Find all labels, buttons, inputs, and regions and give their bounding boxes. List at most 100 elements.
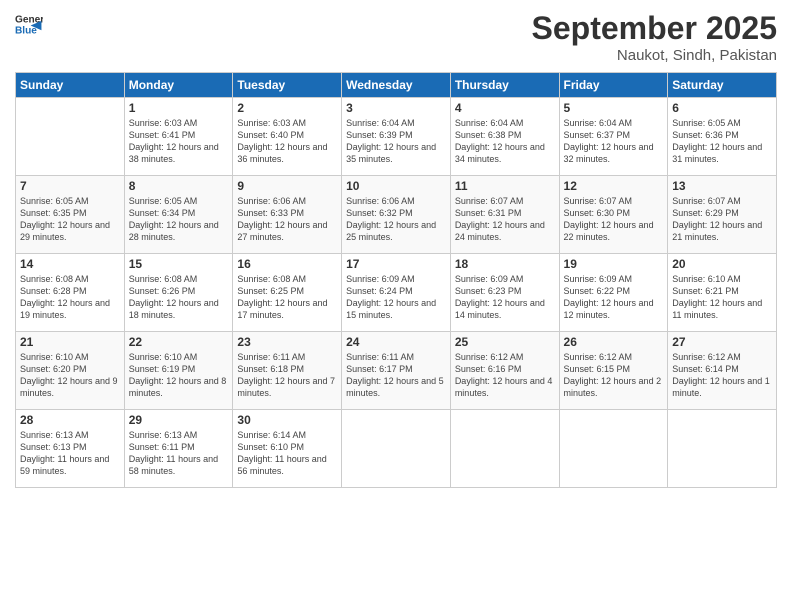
calendar-cell: 3 Sunrise: 6:04 AMSunset: 6:39 PMDaylight…: [342, 98, 451, 176]
calendar-cell: 9 Sunrise: 6:06 AMSunset: 6:33 PMDaylight…: [233, 176, 342, 254]
calendar-week-3: 21 Sunrise: 6:10 AMSunset: 6:20 PMDayligh…: [16, 332, 777, 410]
calendar-cell: 4 Sunrise: 6:04 AMSunset: 6:38 PMDaylight…: [450, 98, 559, 176]
day-number: 27: [672, 335, 772, 349]
calendar-cell: 10 Sunrise: 6:06 AMSunset: 6:32 PMDayligh…: [342, 176, 451, 254]
page-container: General Blue September 2025 Naukot, Sind…: [0, 0, 792, 498]
cell-content: Sunrise: 6:09 AMSunset: 6:22 PMDaylight:…: [564, 273, 664, 322]
calendar-header-row: Sunday Monday Tuesday Wednesday Thursday…: [16, 73, 777, 98]
calendar-cell: 17Sunrise: 6:09 AMSunset: 6:24 PMDayligh…: [342, 254, 451, 332]
day-number: 1: [129, 101, 229, 115]
day-number: 23: [237, 335, 337, 349]
header-tuesday: Tuesday: [233, 73, 342, 98]
calendar-cell: 8 Sunrise: 6:05 AMSunset: 6:34 PMDaylight…: [124, 176, 233, 254]
day-number: 29: [129, 413, 229, 427]
calendar-week-0: 1 Sunrise: 6:03 AMSunset: 6:41 PMDaylight…: [16, 98, 777, 176]
cell-content: Sunrise: 6:03 AMSunset: 6:40 PMDaylight:…: [237, 117, 337, 166]
header: General Blue September 2025 Naukot, Sind…: [15, 10, 777, 64]
header-wednesday: Wednesday: [342, 73, 451, 98]
calendar-cell: 24Sunrise: 6:11 AMSunset: 6:17 PMDayligh…: [342, 332, 451, 410]
calendar-cell: 15 Sunrise: 6:08 AMSunset: 6:26 PMDayligh…: [124, 254, 233, 332]
day-number: 3: [346, 101, 446, 115]
calendar-cell: 2Sunrise: 6:03 AMSunset: 6:40 PMDaylight…: [233, 98, 342, 176]
cell-content: Sunrise: 6:03 AMSunset: 6:41 PMDaylight:…: [129, 117, 229, 166]
day-number: 10: [346, 179, 446, 193]
calendar-cell: 30Sunrise: 6:14 AMSunset: 6:10 PMDayligh…: [233, 410, 342, 488]
header-saturday: Saturday: [668, 73, 777, 98]
day-number: 16: [237, 257, 337, 271]
calendar-cell: 12Sunrise: 6:07 AMSunset: 6:30 PMDayligh…: [559, 176, 668, 254]
cell-content: Sunrise: 6:12 AMSunset: 6:16 PMDaylight:…: [455, 351, 555, 400]
calendar-cell: 20 Sunrise: 6:10 AMSunset: 6:21 PMDayligh…: [668, 254, 777, 332]
title-block: September 2025 Naukot, Sindh, Pakistan: [532, 10, 777, 64]
day-number: 24: [346, 335, 446, 349]
day-number: 28: [20, 413, 120, 427]
logo-icon: General Blue: [15, 10, 43, 38]
logo: General Blue: [15, 10, 43, 38]
day-number: 18: [455, 257, 555, 271]
day-number: 13: [672, 179, 772, 193]
header-sunday: Sunday: [16, 73, 125, 98]
calendar-cell: 29 Sunrise: 6:13 AMSunset: 6:11 PMDayligh…: [124, 410, 233, 488]
day-number: 6: [672, 101, 772, 115]
calendar-cell: 23 Sunrise: 6:11 AMSunset: 6:18 PMDayligh…: [233, 332, 342, 410]
cell-content: Sunrise: 6:10 AMSunset: 6:19 PMDaylight:…: [129, 351, 229, 400]
calendar-cell: [559, 410, 668, 488]
cell-content: Sunrise: 6:05 AMSunset: 6:35 PMDaylight:…: [20, 195, 120, 244]
calendar-cell: 1 Sunrise: 6:03 AMSunset: 6:41 PMDaylight…: [124, 98, 233, 176]
day-number: 15: [129, 257, 229, 271]
day-number: 21: [20, 335, 120, 349]
calendar-cell: 28 Sunrise: 6:13 AMSunset: 6:13 PMDayligh…: [16, 410, 125, 488]
calendar-cell: 13 Sunrise: 6:07 AMSunset: 6:29 PMDayligh…: [668, 176, 777, 254]
cell-content: Sunrise: 6:11 AMSunset: 6:18 PMDaylight:…: [237, 351, 337, 400]
day-number: 7: [20, 179, 120, 193]
calendar-cell: 11Sunrise: 6:07 AMSunset: 6:31 PMDayligh…: [450, 176, 559, 254]
header-monday: Monday: [124, 73, 233, 98]
cell-content: Sunrise: 6:13 AMSunset: 6:11 PMDaylight:…: [129, 429, 229, 478]
day-number: 26: [564, 335, 664, 349]
calendar-week-2: 14 Sunrise: 6:08 AMSunset: 6:28 PMDayligh…: [16, 254, 777, 332]
day-number: 25: [455, 335, 555, 349]
cell-content: Sunrise: 6:06 AMSunset: 6:33 PMDaylight:…: [237, 195, 337, 244]
cell-content: Sunrise: 6:06 AMSunset: 6:32 PMDaylight:…: [346, 195, 446, 244]
calendar-week-4: 28 Sunrise: 6:13 AMSunset: 6:13 PMDayligh…: [16, 410, 777, 488]
location: Naukot, Sindh, Pakistan: [532, 47, 777, 64]
calendar-cell: [668, 410, 777, 488]
month-title: September 2025: [532, 10, 777, 47]
calendar-cell: 6 Sunrise: 6:05 AMSunset: 6:36 PMDaylight…: [668, 98, 777, 176]
day-number: 5: [564, 101, 664, 115]
cell-content: Sunrise: 6:10 AMSunset: 6:21 PMDaylight:…: [672, 273, 772, 322]
day-number: 4: [455, 101, 555, 115]
calendar-cell: [16, 98, 125, 176]
calendar-cell: 26 Sunrise: 6:12 AMSunset: 6:15 PMDayligh…: [559, 332, 668, 410]
cell-content: Sunrise: 6:08 AMSunset: 6:25 PMDaylight:…: [237, 273, 337, 322]
calendar-cell: 5 Sunrise: 6:04 AMSunset: 6:37 PMDaylight…: [559, 98, 668, 176]
calendar-table: Sunday Monday Tuesday Wednesday Thursday…: [15, 72, 777, 488]
calendar-cell: 19 Sunrise: 6:09 AMSunset: 6:22 PMDayligh…: [559, 254, 668, 332]
cell-content: Sunrise: 6:08 AMSunset: 6:28 PMDaylight:…: [20, 273, 120, 322]
cell-content: Sunrise: 6:12 AMSunset: 6:15 PMDaylight:…: [564, 351, 664, 400]
cell-content: Sunrise: 6:05 AMSunset: 6:34 PMDaylight:…: [129, 195, 229, 244]
calendar-cell: 7 Sunrise: 6:05 AMSunset: 6:35 PMDaylight…: [16, 176, 125, 254]
day-number: 14: [20, 257, 120, 271]
calendar-cell: 18 Sunrise: 6:09 AMSunset: 6:23 PMDayligh…: [450, 254, 559, 332]
cell-content: Sunrise: 6:08 AMSunset: 6:26 PMDaylight:…: [129, 273, 229, 322]
day-number: 8: [129, 179, 229, 193]
calendar-cell: 25 Sunrise: 6:12 AMSunset: 6:16 PMDayligh…: [450, 332, 559, 410]
cell-content: Sunrise: 6:13 AMSunset: 6:13 PMDaylight:…: [20, 429, 120, 478]
cell-content: Sunrise: 6:05 AMSunset: 6:36 PMDaylight:…: [672, 117, 772, 166]
cell-content: Sunrise: 6:09 AMSunset: 6:23 PMDaylight:…: [455, 273, 555, 322]
cell-content: Sunrise: 6:07 AMSunset: 6:29 PMDaylight:…: [672, 195, 772, 244]
cell-content: Sunrise: 6:04 AMSunset: 6:39 PMDaylight:…: [346, 117, 446, 166]
header-thursday: Thursday: [450, 73, 559, 98]
day-number: 22: [129, 335, 229, 349]
cell-content: Sunrise: 6:04 AMSunset: 6:38 PMDaylight:…: [455, 117, 555, 166]
header-friday: Friday: [559, 73, 668, 98]
cell-content: Sunrise: 6:10 AMSunset: 6:20 PMDaylight:…: [20, 351, 120, 400]
day-number: 9: [237, 179, 337, 193]
day-number: 17: [346, 257, 446, 271]
calendar-cell: 16 Sunrise: 6:08 AMSunset: 6:25 PMDayligh…: [233, 254, 342, 332]
day-number: 20: [672, 257, 772, 271]
cell-content: Sunrise: 6:04 AMSunset: 6:37 PMDaylight:…: [564, 117, 664, 166]
cell-content: Sunrise: 6:12 AMSunset: 6:14 PMDaylight:…: [672, 351, 772, 400]
day-number: 19: [564, 257, 664, 271]
